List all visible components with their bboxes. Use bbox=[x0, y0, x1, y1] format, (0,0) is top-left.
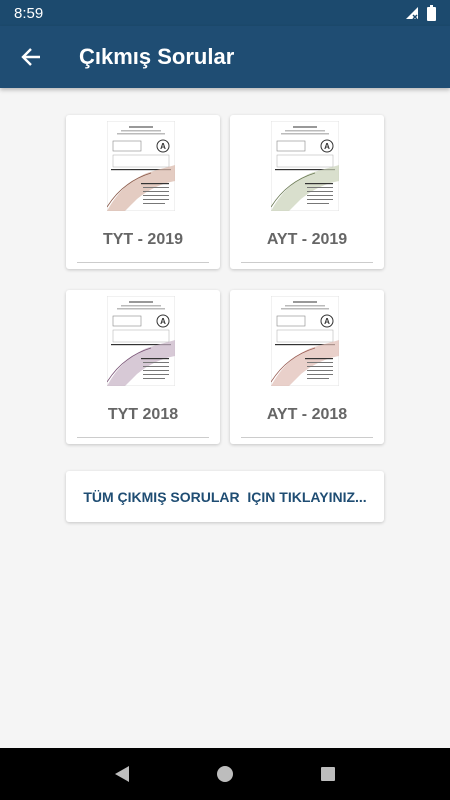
svg-text:A: A bbox=[160, 317, 166, 326]
exam-card-tyt-2018[interactable]: A TYT 2018 bbox=[66, 290, 220, 444]
svg-text:A: A bbox=[160, 142, 166, 151]
status-time: 8:59 bbox=[14, 4, 44, 22]
exam-paper-thumbnail: A bbox=[107, 121, 175, 211]
back-button[interactable] bbox=[1, 26, 61, 88]
nav-back-icon[interactable] bbox=[113, 765, 131, 783]
system-nav-bar bbox=[0, 748, 450, 800]
divider bbox=[77, 262, 209, 263]
status-bar: 8:59 bbox=[0, 0, 450, 26]
page-title: Çıkmış Sorular bbox=[79, 44, 235, 69]
exam-card-ayt-2019[interactable]: A AYT - 2019 bbox=[230, 115, 384, 269]
exam-card-ayt-2018[interactable]: A AYT - 2018 bbox=[230, 290, 384, 444]
exam-paper-thumbnail: A bbox=[107, 296, 175, 386]
exam-label: TYT - 2019 bbox=[102, 231, 184, 248]
nav-home-icon[interactable] bbox=[216, 765, 234, 783]
app-bar: Çıkmış Sorular bbox=[0, 26, 450, 88]
exam-card-tyt-2019[interactable]: A TYT - 2019 bbox=[66, 115, 220, 269]
svg-text:A: A bbox=[324, 317, 330, 326]
all-questions-label: TÜM ÇIKMIŞ SORULAR IÇIN TIKLAYINIZ... bbox=[83, 488, 367, 505]
exam-label: AYT - 2018 bbox=[266, 406, 348, 423]
exam-label: AYT - 2019 bbox=[266, 231, 348, 248]
divider bbox=[77, 437, 209, 438]
signal-icon bbox=[406, 7, 418, 20]
exam-paper-thumbnail: A bbox=[271, 296, 339, 386]
all-questions-button[interactable]: TÜM ÇIKMIŞ SORULAR IÇIN TIKLAYINIZ... bbox=[66, 471, 384, 522]
battery-icon bbox=[427, 5, 436, 21]
exam-label: TYT 2018 bbox=[107, 406, 179, 423]
arrow-back-icon bbox=[21, 48, 40, 66]
nav-recents-icon[interactable] bbox=[319, 765, 337, 783]
status-icons bbox=[405, 5, 436, 21]
divider bbox=[241, 437, 373, 438]
svg-text:A: A bbox=[324, 142, 330, 151]
exam-paper-thumbnail: A bbox=[271, 121, 339, 211]
divider bbox=[241, 262, 373, 263]
